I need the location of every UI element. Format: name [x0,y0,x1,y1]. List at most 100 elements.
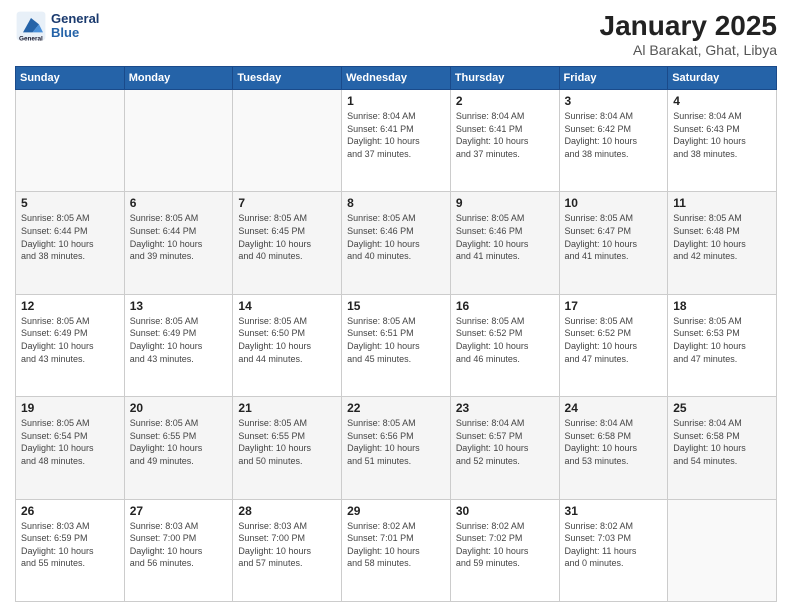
day-number: 23 [456,401,554,415]
calendar-table: SundayMondayTuesdayWednesdayThursdayFrid… [15,66,777,602]
calendar-cell: 9Sunrise: 8:05 AM Sunset: 6:46 PM Daylig… [450,192,559,294]
day-info: Sunrise: 8:04 AM Sunset: 6:41 PM Dayligh… [347,110,445,160]
logo-icon: General [15,10,47,42]
day-info: Sunrise: 8:03 AM Sunset: 6:59 PM Dayligh… [21,520,119,570]
svg-text:General: General [19,35,43,42]
calendar-cell: 22 Sunrise: 8:05 AM Sunset: 6:56 PM Dayli… [342,397,451,499]
calendar-cell: 21Sunrise: 8:05 AM Sunset: 6:55 PM Dayli… [233,397,342,499]
calendar-cell: 18 Sunrise: 8:05 AM Sunset: 6:53 PM Dayli… [668,294,777,396]
calendar-cell: 28 Sunrise: 8:03 AM Sunset: 7:00 PM Dayli… [233,499,342,601]
day-info: Sunrise: 8:05 AM Sunset: 6:52 PM Dayligh… [456,315,554,365]
day-number: 16 [456,299,554,313]
calendar-cell: 2Sunrise: 8:04 AM Sunset: 6:41 PM Daylig… [450,90,559,192]
subtitle: Al Barakat, Ghat, Libya [600,42,777,58]
calendar-cell [233,90,342,192]
day-info: Sunrise: 8:05 AM Sunset: 6:54 PM Dayligh… [21,417,119,467]
day-number: 21 [238,401,336,415]
calendar-cell: 3 Sunrise: 8:04 AM Sunset: 6:42 PM Daylig… [559,90,668,192]
day-info: Sunrise: 8:05 AM Sunset: 6:44 PM Dayligh… [21,212,119,262]
calendar-cell [124,90,233,192]
logo: General General Blue [15,10,99,42]
main-title: January 2025 [600,10,777,42]
calendar-cell: 5Sunrise: 8:05 AM Sunset: 6:44 PM Daylig… [16,192,125,294]
calendar-week-5: 26 Sunrise: 8:03 AM Sunset: 6:59 PM Dayli… [16,499,777,601]
day-number: 8 [347,196,445,210]
day-info: Sunrise: 8:02 AM Sunset: 7:03 PM Dayligh… [565,520,663,570]
day-info: Sunrise: 8:05 AM Sunset: 6:50 PM Dayligh… [238,315,336,365]
calendar-header-wednesday: Wednesday [342,67,451,90]
day-number: 9 [456,196,554,210]
calendar-cell: 4Sunrise: 8:04 AM Sunset: 6:43 PM Daylig… [668,90,777,192]
title-block: January 2025 Al Barakat, Ghat, Libya [600,10,777,58]
calendar-cell: 15 Sunrise: 8:05 AM Sunset: 6:51 PM Dayli… [342,294,451,396]
day-info: Sunrise: 8:03 AM Sunset: 7:00 PM Dayligh… [130,520,228,570]
calendar-cell: 27 Sunrise: 8:03 AM Sunset: 7:00 PM Dayli… [124,499,233,601]
calendar-header-tuesday: Tuesday [233,67,342,90]
day-number: 11 [673,196,771,210]
day-number: 22 [347,401,445,415]
day-number: 7 [238,196,336,210]
day-info: Sunrise: 8:05 AM Sunset: 6:56 PM Dayligh… [347,417,445,467]
day-info: Sunrise: 8:05 AM Sunset: 6:53 PM Dayligh… [673,315,771,365]
day-info: Sunrise: 8:04 AM Sunset: 6:42 PM Dayligh… [565,110,663,160]
calendar-header-thursday: Thursday [450,67,559,90]
calendar-cell: 10 Sunrise: 8:05 AM Sunset: 6:47 PM Dayli… [559,192,668,294]
day-number: 28 [238,504,336,518]
day-info: Sunrise: 8:05 AM Sunset: 6:45 PM Dayligh… [238,212,336,262]
calendar-header-monday: Monday [124,67,233,90]
day-info: Sunrise: 8:05 AM Sunset: 6:46 PM Dayligh… [347,212,445,262]
day-number: 15 [347,299,445,313]
day-number: 1 [347,94,445,108]
calendar-cell: 20Sunrise: 8:05 AM Sunset: 6:55 PM Dayli… [124,397,233,499]
day-number: 17 [565,299,663,313]
day-info: Sunrise: 8:05 AM Sunset: 6:52 PM Dayligh… [565,315,663,365]
day-info: Sunrise: 8:05 AM Sunset: 6:49 PM Dayligh… [21,315,119,365]
calendar-cell: 8 Sunrise: 8:05 AM Sunset: 6:46 PM Daylig… [342,192,451,294]
calendar-cell: 24Sunrise: 8:04 AM Sunset: 6:58 PM Dayli… [559,397,668,499]
day-number: 30 [456,504,554,518]
calendar-cell [668,499,777,601]
calendar-cell: 26 Sunrise: 8:03 AM Sunset: 6:59 PM Dayli… [16,499,125,601]
day-info: Sunrise: 8:03 AM Sunset: 7:00 PM Dayligh… [238,520,336,570]
day-number: 18 [673,299,771,313]
day-number: 10 [565,196,663,210]
day-number: 12 [21,299,119,313]
header: General General Blue January 2025 Al Bar… [15,10,777,58]
logo-text-line1: General [51,12,99,26]
day-number: 31 [565,504,663,518]
calendar-week-2: 5Sunrise: 8:05 AM Sunset: 6:44 PM Daylig… [16,192,777,294]
day-info: Sunrise: 8:05 AM Sunset: 6:51 PM Dayligh… [347,315,445,365]
day-info: Sunrise: 8:04 AM Sunset: 6:58 PM Dayligh… [565,417,663,467]
calendar-cell: 6 Sunrise: 8:05 AM Sunset: 6:44 PM Daylig… [124,192,233,294]
calendar-header-sunday: Sunday [16,67,125,90]
day-info: Sunrise: 8:04 AM Sunset: 6:58 PM Dayligh… [673,417,771,467]
page: General General Blue January 2025 Al Bar… [0,0,792,612]
day-info: Sunrise: 8:05 AM Sunset: 6:47 PM Dayligh… [565,212,663,262]
day-number: 26 [21,504,119,518]
calendar-cell: 11 Sunrise: 8:05 AM Sunset: 6:48 PM Dayli… [668,192,777,294]
calendar-cell: 13 Sunrise: 8:05 AM Sunset: 6:49 PM Dayli… [124,294,233,396]
day-number: 13 [130,299,228,313]
calendar-cell: 23 Sunrise: 8:04 AM Sunset: 6:57 PM Dayli… [450,397,559,499]
day-info: Sunrise: 8:05 AM Sunset: 6:49 PM Dayligh… [130,315,228,365]
day-info: Sunrise: 8:02 AM Sunset: 7:01 PM Dayligh… [347,520,445,570]
calendar-week-4: 19Sunrise: 8:05 AM Sunset: 6:54 PM Dayli… [16,397,777,499]
day-number: 6 [130,196,228,210]
day-info: Sunrise: 8:05 AM Sunset: 6:44 PM Dayligh… [130,212,228,262]
day-info: Sunrise: 8:05 AM Sunset: 6:48 PM Dayligh… [673,212,771,262]
day-number: 29 [347,504,445,518]
calendar-cell: 25Sunrise: 8:04 AM Sunset: 6:58 PM Dayli… [668,397,777,499]
calendar-cell: 7 Sunrise: 8:05 AM Sunset: 6:45 PM Daylig… [233,192,342,294]
day-number: 3 [565,94,663,108]
day-number: 14 [238,299,336,313]
calendar-cell: 12 Sunrise: 8:05 AM Sunset: 6:49 PM Dayli… [16,294,125,396]
day-info: Sunrise: 8:04 AM Sunset: 6:57 PM Dayligh… [456,417,554,467]
day-info: Sunrise: 8:05 AM Sunset: 6:55 PM Dayligh… [130,417,228,467]
calendar-cell: 16 Sunrise: 8:05 AM Sunset: 6:52 PM Dayli… [450,294,559,396]
calendar-week-1: 1 Sunrise: 8:04 AM Sunset: 6:41 PM Daylig… [16,90,777,192]
calendar-cell: 17 Sunrise: 8:05 AM Sunset: 6:52 PM Dayli… [559,294,668,396]
day-number: 27 [130,504,228,518]
calendar-cell: 19Sunrise: 8:05 AM Sunset: 6:54 PM Dayli… [16,397,125,499]
calendar-cell [16,90,125,192]
calendar-cell: 29 Sunrise: 8:02 AM Sunset: 7:01 PM Dayli… [342,499,451,601]
